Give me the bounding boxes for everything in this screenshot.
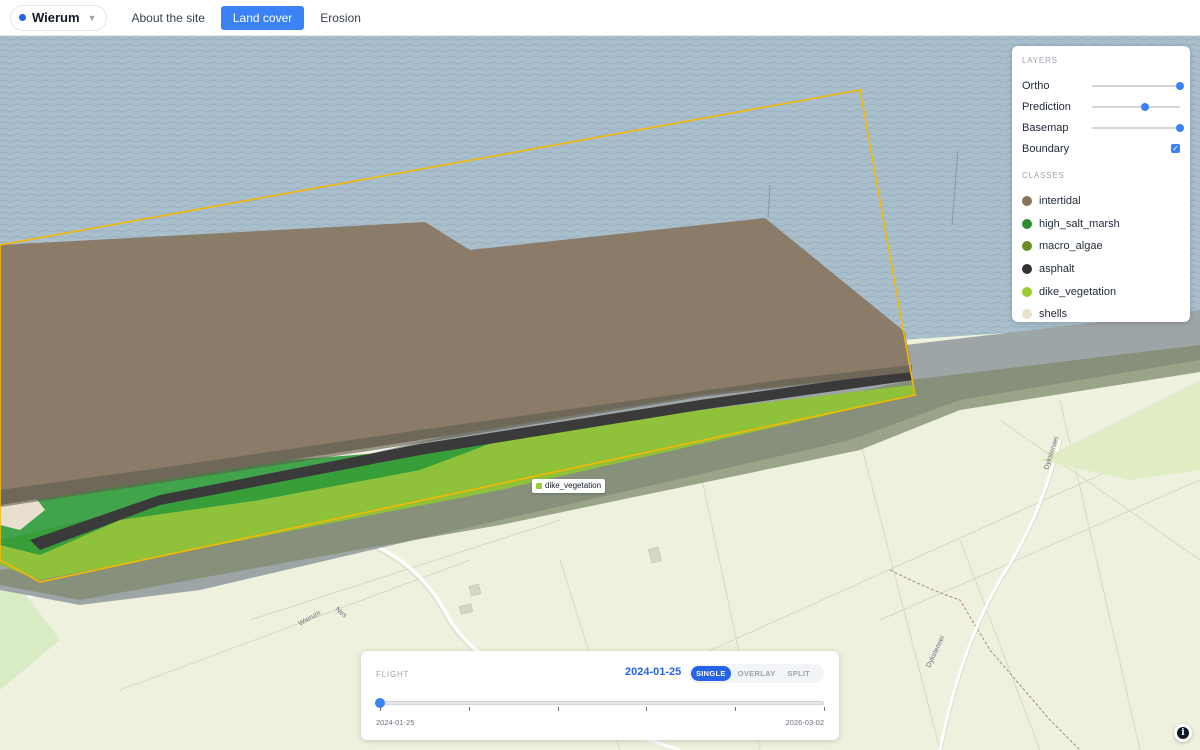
- class-row-asphalt: asphalt: [1022, 258, 1180, 281]
- flight-label: FLIGHT: [376, 670, 410, 679]
- timeline-tick: [557, 707, 559, 711]
- flight-timeline-slider[interactable]: [375, 697, 825, 711]
- prediction-opacity-slider[interactable]: [1092, 102, 1180, 112]
- class-color-dot: [1022, 309, 1032, 320]
- class-label: shells: [1039, 308, 1068, 321]
- timeline-start-date: 2024-01-25: [376, 718, 415, 727]
- layer-row-basemap: Basemap: [1022, 117, 1184, 138]
- class-label: dike_vegetation: [1039, 285, 1117, 298]
- slider-track: [1092, 84, 1180, 87]
- classes-heading: CLASSES: [1022, 171, 1065, 180]
- mode-split-button[interactable]: SPLIT: [782, 666, 815, 681]
- class-label: macro_algae: [1039, 240, 1103, 253]
- tab-land-cover[interactable]: Land cover: [220, 5, 305, 30]
- info-icon: i: [1177, 727, 1189, 739]
- top-bar: Wierum ▼ About the site Land cover Erosi…: [0, 0, 1200, 36]
- mode-overlay-button[interactable]: OVERLAY: [733, 666, 781, 681]
- timeline-track: [380, 701, 824, 705]
- hover-class-swatch: [536, 483, 542, 489]
- timeline-tick: [646, 707, 648, 711]
- basemap-opacity-slider[interactable]: [1092, 123, 1184, 133]
- layers-heading: LAYERS: [1022, 56, 1058, 65]
- ortho-opacity-slider[interactable]: [1092, 81, 1184, 91]
- layer-row-prediction: Prediction: [1022, 96, 1180, 117]
- class-row-intertidal: intertidal: [1022, 190, 1180, 213]
- slider-track: [1092, 126, 1180, 129]
- class-row-high-salt-marsh: high_salt_marsh: [1022, 213, 1180, 236]
- class-color-dot: [1022, 218, 1032, 229]
- class-color-dot: [1022, 286, 1032, 297]
- mode-single-button[interactable]: SINGLE: [691, 666, 731, 681]
- slider-track: [1092, 105, 1180, 108]
- class-color-dot: [1022, 196, 1032, 207]
- site-dot: [19, 14, 26, 21]
- hover-class-label: dike_vegetation: [532, 479, 606, 493]
- layer-row-boundary: Boundary ✓: [1022, 138, 1180, 159]
- timeline-tick: [468, 707, 470, 711]
- class-row-dike-vegetation: dike_vegetation: [1022, 280, 1180, 303]
- boundary-checkbox[interactable]: ✓: [1171, 144, 1180, 153]
- class-label: high_salt_marsh: [1039, 217, 1120, 230]
- tab-about-the-site[interactable]: About the site: [119, 6, 216, 30]
- checkmark-icon: ✓: [1172, 144, 1179, 153]
- layer-label-ortho: Ortho: [1022, 79, 1050, 92]
- class-label: intertidal: [1039, 195, 1081, 208]
- timeline-tick: [380, 707, 381, 711]
- site-selector[interactable]: Wierum ▼: [10, 4, 108, 31]
- layer-label-prediction: Prediction: [1022, 100, 1071, 113]
- slider-knob[interactable]: [1176, 81, 1184, 90]
- layer-label-basemap: Basemap: [1022, 121, 1069, 134]
- layers-panel: LAYERS Ortho Prediction Basemap Boundary…: [1012, 46, 1190, 322]
- slider-knob[interactable]: [1140, 102, 1149, 111]
- chevron-down-icon: ▼: [87, 12, 97, 23]
- timeline-tick: [735, 707, 737, 711]
- slider-knob[interactable]: [1176, 123, 1184, 132]
- layer-row-ortho: Ortho: [1022, 75, 1184, 96]
- flight-timeline-card: FLIGHT 2024-01-25 SINGLE OVERLAY SPLIT 2…: [361, 651, 839, 740]
- class-row-shells: shells: [1022, 303, 1180, 326]
- hover-class-text: dike_vegetation: [545, 481, 602, 490]
- class-color-dot: [1022, 241, 1032, 252]
- class-label: asphalt: [1039, 263, 1075, 276]
- layer-label-boundary: Boundary: [1022, 142, 1070, 155]
- class-row-macro-algae: macro_algae: [1022, 235, 1180, 258]
- site-name: Wierum: [32, 10, 80, 25]
- timeline-end-date: 2026-03-02: [785, 718, 824, 727]
- info-button[interactable]: i: [1174, 724, 1192, 742]
- timeline-tick: [824, 707, 825, 711]
- current-flight-date: 2024-01-25: [625, 666, 682, 678]
- class-color-dot: [1022, 264, 1032, 275]
- view-mode-toggle: SINGLE OVERLAY SPLIT: [689, 664, 824, 683]
- tab-erosion[interactable]: Erosion: [308, 6, 373, 30]
